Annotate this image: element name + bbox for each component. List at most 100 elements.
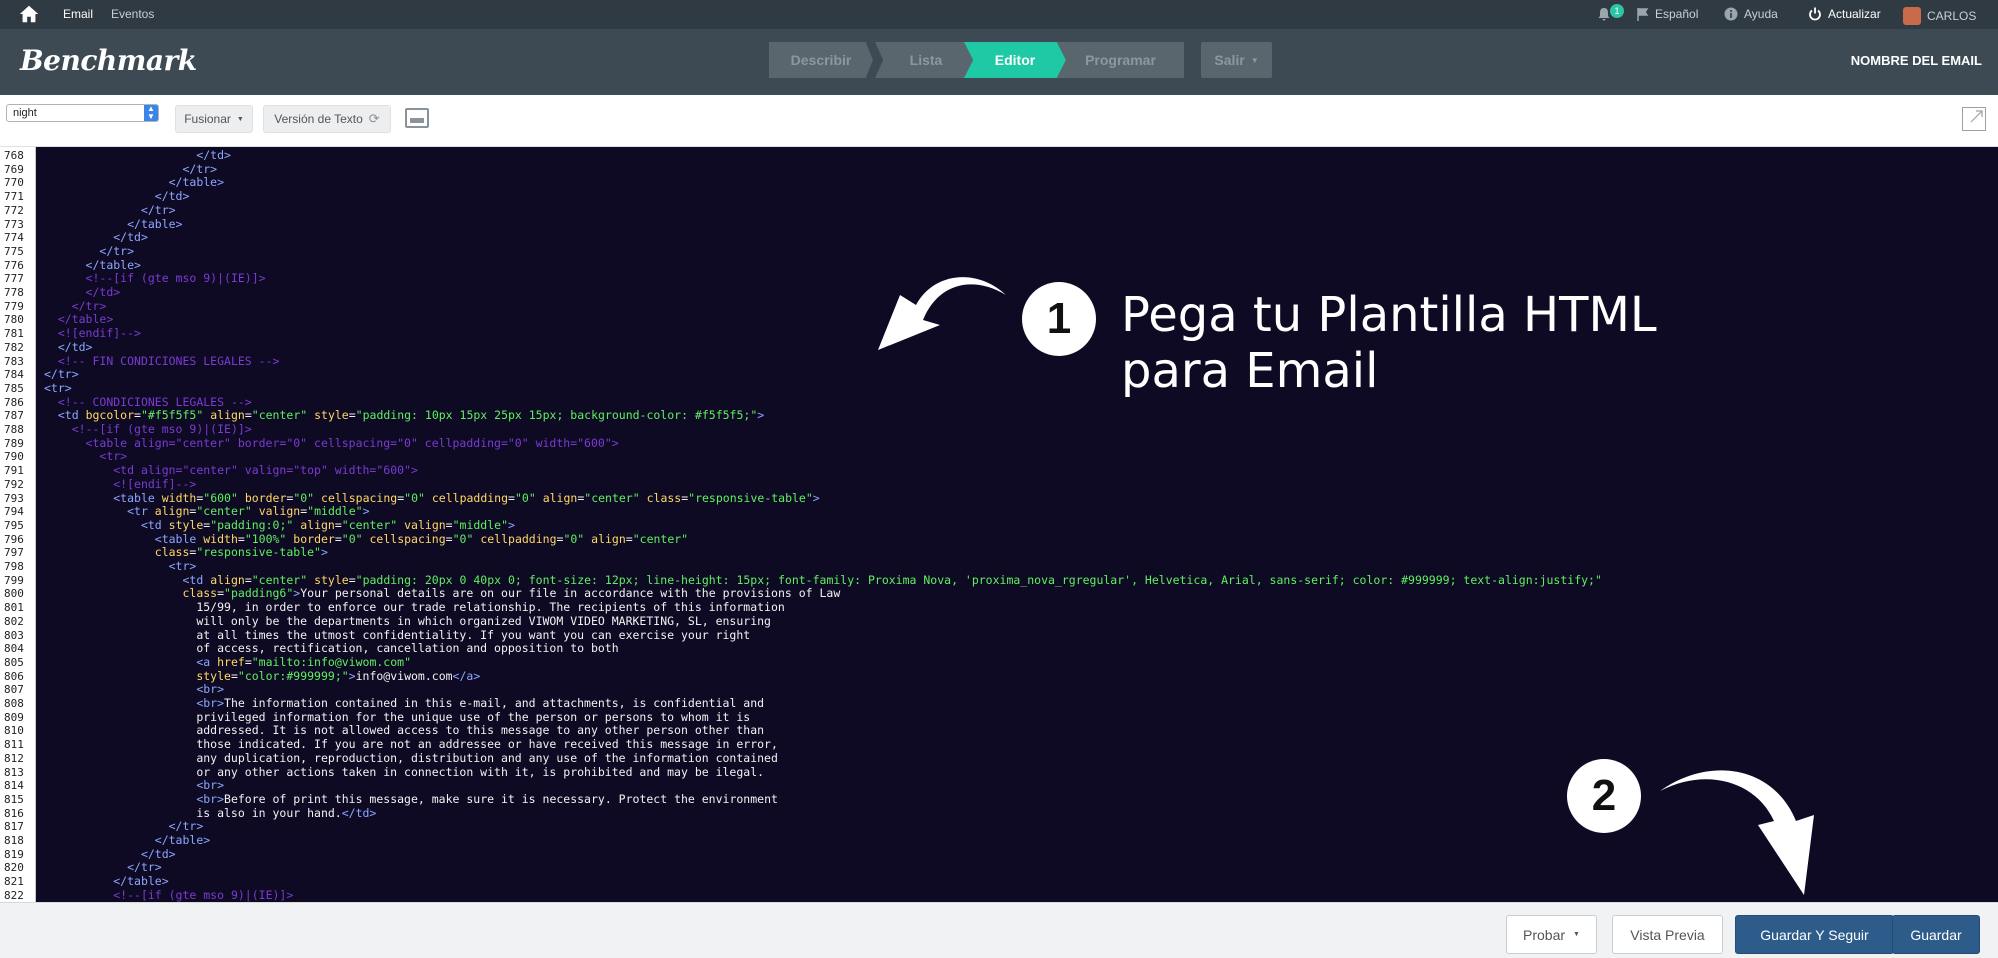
code-line[interactable]: </td> [44, 847, 176, 862]
code-line[interactable]: <!--[if (gte mso 9)|(IE)]> [44, 888, 293, 902]
code-line[interactable]: </td> [44, 230, 148, 245]
merge-button[interactable]: Fusionar ▼ [175, 105, 253, 133]
code-line[interactable]: </table> [44, 176, 224, 190]
code-line[interactable]: </table> [44, 313, 113, 327]
code-line[interactable]: </tr> [44, 299, 107, 314]
code-line[interactable]: at all times the utmost confidentiality.… [44, 628, 750, 643]
code-line[interactable]: </td> [44, 148, 231, 163]
code-line[interactable]: style="color:#999999;">info@viwom.com</a… [44, 669, 480, 684]
notifications-button[interactable] [1597, 7, 1611, 21]
code-line[interactable]: <!-- FIN CONDICIONES LEGALES --> [44, 354, 280, 369]
code-editor[interactable]: 768 769 770 771 772 773 774 775 776 777 778 779 780 7… [0, 147, 1998, 902]
code-line[interactable]: <tr> [44, 450, 127, 464]
code-line[interactable]: of access, rectification, cancellation a… [44, 641, 618, 656]
code-token: <!--[if (gte mso 9)|(IE)]> [71, 422, 252, 436]
code-line[interactable]: <tr> [44, 559, 197, 574]
code-line[interactable]: </td> [44, 285, 121, 300]
step-programar[interactable]: Programar [1057, 42, 1184, 78]
code-line[interactable]: </td> [44, 340, 93, 355]
code-line[interactable]: <table width="100%" border="0" cellspaci… [44, 532, 688, 547]
help-link[interactable]: Ayuda [1724, 7, 1778, 21]
code-line[interactable]: <td align="center" valign="top" width="6… [44, 463, 418, 478]
code-token: </table> [154, 833, 211, 847]
code-line[interactable]: <!-- CONDICIONES LEGALES --> [44, 395, 252, 410]
code-line[interactable]: </td> [44, 189, 190, 204]
code-line[interactable]: 15/99, in order to enforce our trade rel… [44, 600, 785, 615]
code-line[interactable]: <br>Before of print this message, make s… [44, 792, 778, 807]
code-line[interactable]: those indicated. If you are not an addre… [44, 737, 778, 752]
code-line[interactable]: <tr> [44, 381, 72, 396]
save-continue-button[interactable]: Guardar Y Seguir [1735, 915, 1894, 954]
code-token: = [348, 408, 356, 423]
nav-eventos[interactable]: Eventos [111, 7, 154, 21]
code-line[interactable]: any duplication, reproduction, distribut… [44, 751, 778, 766]
exit-button[interactable]: Salir ▼ [1201, 42, 1272, 78]
step-lista[interactable]: Lista [875, 42, 977, 78]
code-line[interactable]: <td bgcolor="#f5f5f5" align="center" sty… [44, 408, 764, 423]
code-line[interactable]: </table> [44, 217, 182, 232]
language-selector[interactable]: Español [1637, 7, 1698, 21]
code-line[interactable]: <!--[if (gte mso 9)|(IE)]> [44, 271, 266, 286]
save-button[interactable]: Guardar [1892, 915, 1980, 954]
code-line[interactable]: </table> [44, 833, 211, 848]
code-token: <table [113, 490, 162, 505]
line-number: 807 [4, 683, 24, 697]
user-name: CARLOS [1927, 9, 1977, 23]
code-line[interactable]: </tr> [44, 203, 176, 218]
code-line[interactable]: <table align="center" border="0" cellspa… [44, 436, 619, 451]
code-line[interactable]: </table> [44, 874, 168, 889]
code-token: privileged information for the unique us… [44, 709, 751, 724]
code-line[interactable]: <!--[if (gte mso 9)|(IE)]> [44, 422, 252, 437]
nav-email[interactable]: Email [63, 7, 93, 21]
user-menu[interactable]: CARLOS [1903, 7, 1976, 25]
brand-logo[interactable]: Benchmark [20, 44, 197, 77]
code-line[interactable]: is also in your hand.</td> [44, 806, 376, 821]
code-line[interactable]: <td align="center" style="padding: 20px … [44, 573, 1601, 588]
code-token: </td> [154, 189, 190, 204]
code-line[interactable]: </tr> [44, 367, 79, 382]
expand-icon[interactable] [1962, 107, 1986, 131]
code-line[interactable]: privileged information for the unique us… [44, 709, 751, 725]
code-line[interactable]: addressed. It is not allowed access to t… [44, 724, 764, 738]
code-line[interactable]: will only be the departments in which or… [44, 614, 771, 629]
code-line[interactable]: class="responsive-table"> [44, 545, 328, 560]
notification-badge: 1 [1610, 4, 1624, 18]
code-line[interactable]: </table> [44, 258, 141, 273]
text-version-button[interactable]: Versión de Texto ⟳ [263, 105, 391, 133]
step-editor[interactable]: Editor [964, 42, 1066, 78]
code-line[interactable]: class="padding6">Your personal details a… [44, 587, 840, 601]
code-line[interactable]: <a href="mailto:info@viwom.com" [44, 654, 411, 670]
line-number: 799 [4, 573, 24, 587]
code-line[interactable]: <br> [44, 778, 224, 793]
preview-button[interactable]: Vista Previa [1612, 915, 1723, 954]
code-line[interactable]: </tr> [44, 861, 162, 875]
code-line[interactable]: or any other actions taken in connection… [44, 765, 764, 780]
code-line[interactable]: </tr> [44, 819, 204, 834]
code-line[interactable]: <br> [44, 682, 224, 697]
code-token: href [217, 654, 245, 669]
code-line[interactable]: </tr> [44, 162, 217, 177]
test-button[interactable]: Probar ▼ [1506, 915, 1597, 954]
upgrade-link[interactable]: Actualizar [1808, 7, 1881, 21]
home-icon[interactable] [18, 3, 40, 25]
theme-select[interactable]: night ▲ ▼ [6, 104, 159, 122]
image-icon[interactable] [405, 108, 429, 128]
code-line[interactable]: </tr> [44, 244, 134, 259]
code-line[interactable]: <![endif]--> [44, 477, 196, 492]
code-line[interactable]: <tr align="center" valign="middle"> [44, 504, 369, 519]
line-number: 770 [4, 176, 24, 190]
code-line[interactable]: <br>The information contained in this e-… [44, 696, 764, 711]
email-name-title[interactable]: NOMBRE DEL EMAIL [1851, 53, 1982, 68]
step-describir[interactable]: Describir [769, 42, 873, 78]
code-token: style [314, 408, 349, 423]
code-line[interactable]: <![endif]--> [44, 326, 141, 341]
code-line[interactable]: <td style="padding:0;" align="center" va… [44, 518, 515, 533]
code-line[interactable]: <table width="600" border="0" cellspacin… [44, 490, 819, 506]
